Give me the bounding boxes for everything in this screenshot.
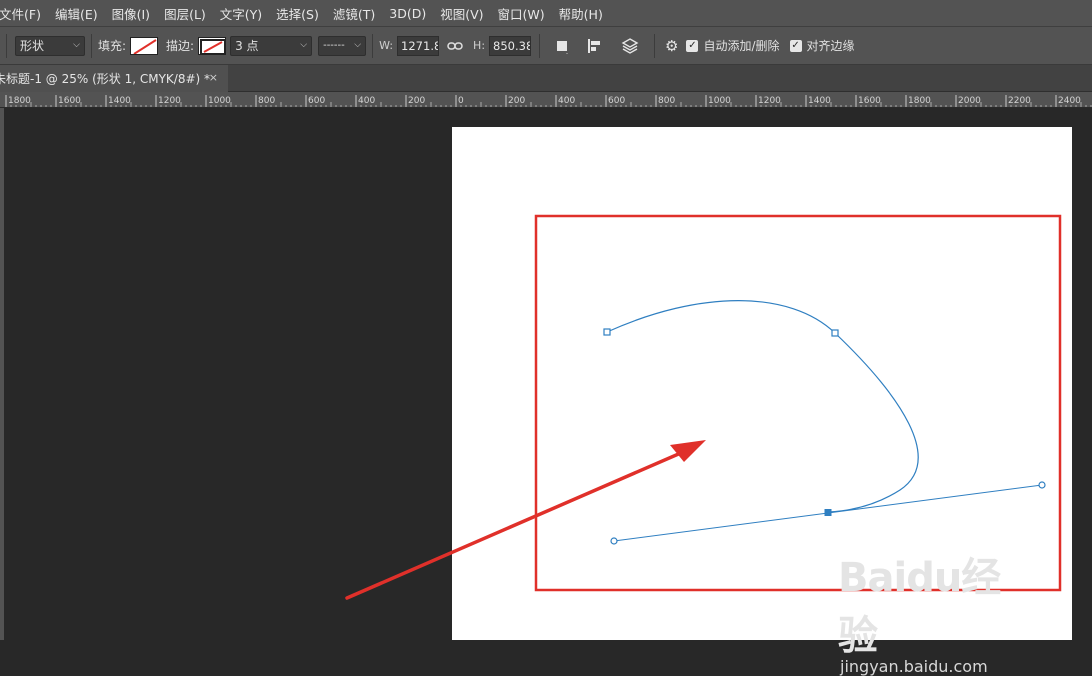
- pointer-arrow-shaft: [345, 447, 692, 600]
- anchor-point[interactable]: [603, 328, 611, 336]
- selected-anchor-point[interactable]: [824, 509, 832, 516]
- watermark: Baidu经验 jingyan.baidu.com: [838, 545, 1038, 676]
- highlight-box: [534, 214, 1062, 592]
- annotation-overlay: [345, 214, 1062, 600]
- pointer-arrow-head: [670, 440, 706, 462]
- bezier-path[interactable]: [606, 300, 919, 513]
- direction-handle[interactable]: [610, 537, 618, 545]
- anchor-point[interactable]: [831, 329, 839, 337]
- watermark-logo: Baidu经验: [838, 555, 1001, 659]
- direction-handle[interactable]: [1038, 481, 1046, 489]
- watermark-url: jingyan.baidu.com: [840, 657, 988, 676]
